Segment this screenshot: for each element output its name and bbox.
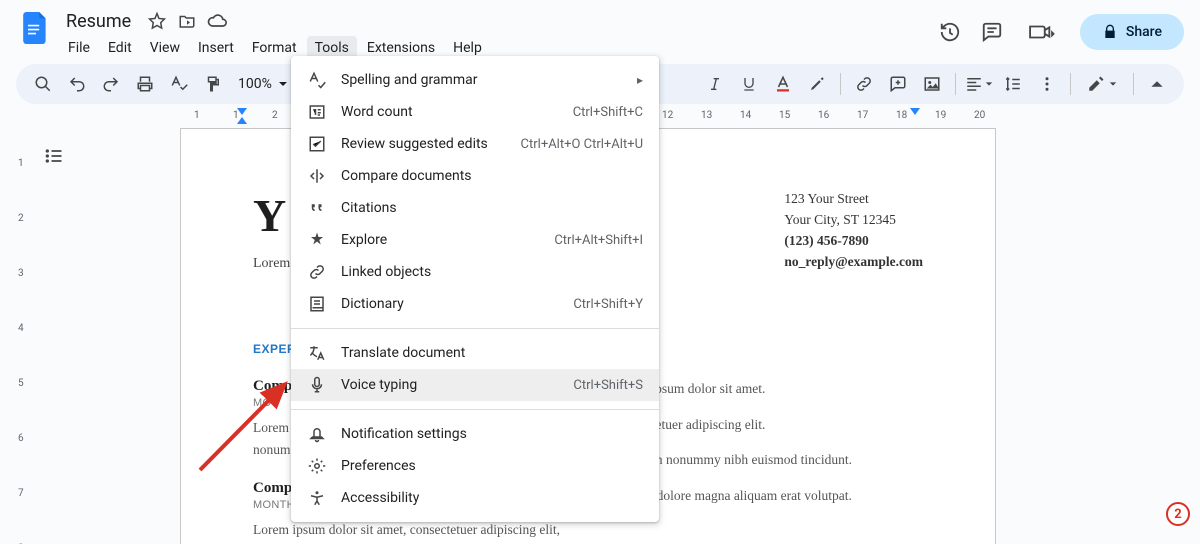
annotation-badge: 2 — [1166, 502, 1190, 526]
cloud-icon[interactable] — [207, 11, 227, 31]
explore-icon — [307, 230, 327, 250]
zoom-select[interactable]: 100% — [232, 76, 294, 92]
italic-icon[interactable] — [700, 69, 730, 99]
comments-icon[interactable] — [980, 20, 1004, 44]
image-icon[interactable] — [917, 69, 947, 99]
more-icon[interactable] — [1032, 69, 1062, 99]
menu-item-quote[interactable]: Citations — [291, 192, 659, 224]
collapse-icon[interactable] — [1142, 69, 1172, 99]
paint-format-icon[interactable] — [198, 69, 228, 99]
search-icon[interactable] — [28, 69, 58, 99]
undo-icon[interactable] — [62, 69, 92, 99]
menu-item-bell[interactable]: Notification settings — [291, 418, 659, 450]
menu-file[interactable]: File — [60, 36, 98, 60]
share-label: Share — [1126, 24, 1162, 40]
review-icon — [307, 134, 327, 154]
align-icon[interactable] — [964, 69, 994, 99]
spell-icon — [307, 70, 327, 90]
menu-item-dict[interactable]: DictionaryCtrl+Shift+Y — [291, 288, 659, 320]
print-icon[interactable] — [130, 69, 160, 99]
menu-item-link[interactable]: Linked objects — [291, 256, 659, 288]
pref-icon — [307, 456, 327, 476]
spellcheck-icon[interactable] — [164, 69, 194, 99]
menu-item-count[interactable]: Word countCtrl+Shift+C — [291, 96, 659, 128]
menu-view[interactable]: View — [142, 36, 188, 60]
quote-icon — [307, 198, 327, 218]
tools-dropdown: Spelling and grammar▸Word countCtrl+Shif… — [291, 56, 659, 522]
move-icon[interactable] — [177, 11, 197, 31]
compare-icon — [307, 166, 327, 186]
star-icon[interactable] — [147, 11, 167, 31]
link-icon[interactable] — [849, 69, 879, 99]
docs-logo[interactable] — [16, 8, 56, 48]
redo-icon[interactable] — [96, 69, 126, 99]
link-icon — [307, 262, 327, 282]
history-icon[interactable] — [938, 20, 962, 44]
ruler-vertical[interactable]: 12345678 — [16, 128, 34, 544]
line-spacing-icon[interactable] — [998, 69, 1028, 99]
meet-icon[interactable] — [1022, 20, 1062, 44]
voice-icon — [307, 375, 327, 395]
lock-icon — [1102, 24, 1118, 40]
menu-item-translate[interactable]: Translate document — [291, 337, 659, 369]
add-comment-icon[interactable] — [883, 69, 913, 99]
menu-item-explore[interactable]: ExploreCtrl+Alt+Shift+I — [291, 224, 659, 256]
translate-icon — [307, 343, 327, 363]
menu-item-compare[interactable]: Compare documents — [291, 160, 659, 192]
doc-title[interactable]: Resume — [60, 9, 137, 34]
outline-icon[interactable] — [40, 142, 68, 170]
bell-icon — [307, 424, 327, 444]
menu-insert[interactable]: Insert — [190, 36, 242, 60]
menu-item-spell[interactable]: Spelling and grammar▸ — [291, 64, 659, 96]
highlight-icon[interactable] — [802, 69, 832, 99]
share-button[interactable]: Share — [1080, 14, 1184, 50]
menu-edit[interactable]: Edit — [100, 36, 140, 60]
count-icon — [307, 102, 327, 122]
a11y-icon — [307, 488, 327, 508]
text-color-icon[interactable] — [768, 69, 798, 99]
underline-icon[interactable] — [734, 69, 764, 99]
doc-meta: Resume File Edit View Insert Format Tool… — [60, 8, 938, 60]
menu-item-a11y[interactable]: Accessibility — [291, 482, 659, 514]
contact-block: 123 Your Street Your City, ST 12345 (123… — [784, 189, 923, 273]
editing-mode-icon[interactable] — [1079, 69, 1125, 99]
menu-item-pref[interactable]: Preferences — [291, 450, 659, 482]
menu-item-voice[interactable]: Voice typingCtrl+Shift+S — [291, 369, 659, 401]
header-actions: Share — [938, 8, 1184, 50]
menu-item-review[interactable]: Review suggested editsCtrl+Alt+O Ctrl+Al… — [291, 128, 659, 160]
dict-icon — [307, 294, 327, 314]
app-header: Resume File Edit View Insert Format Tool… — [0, 0, 1200, 64]
